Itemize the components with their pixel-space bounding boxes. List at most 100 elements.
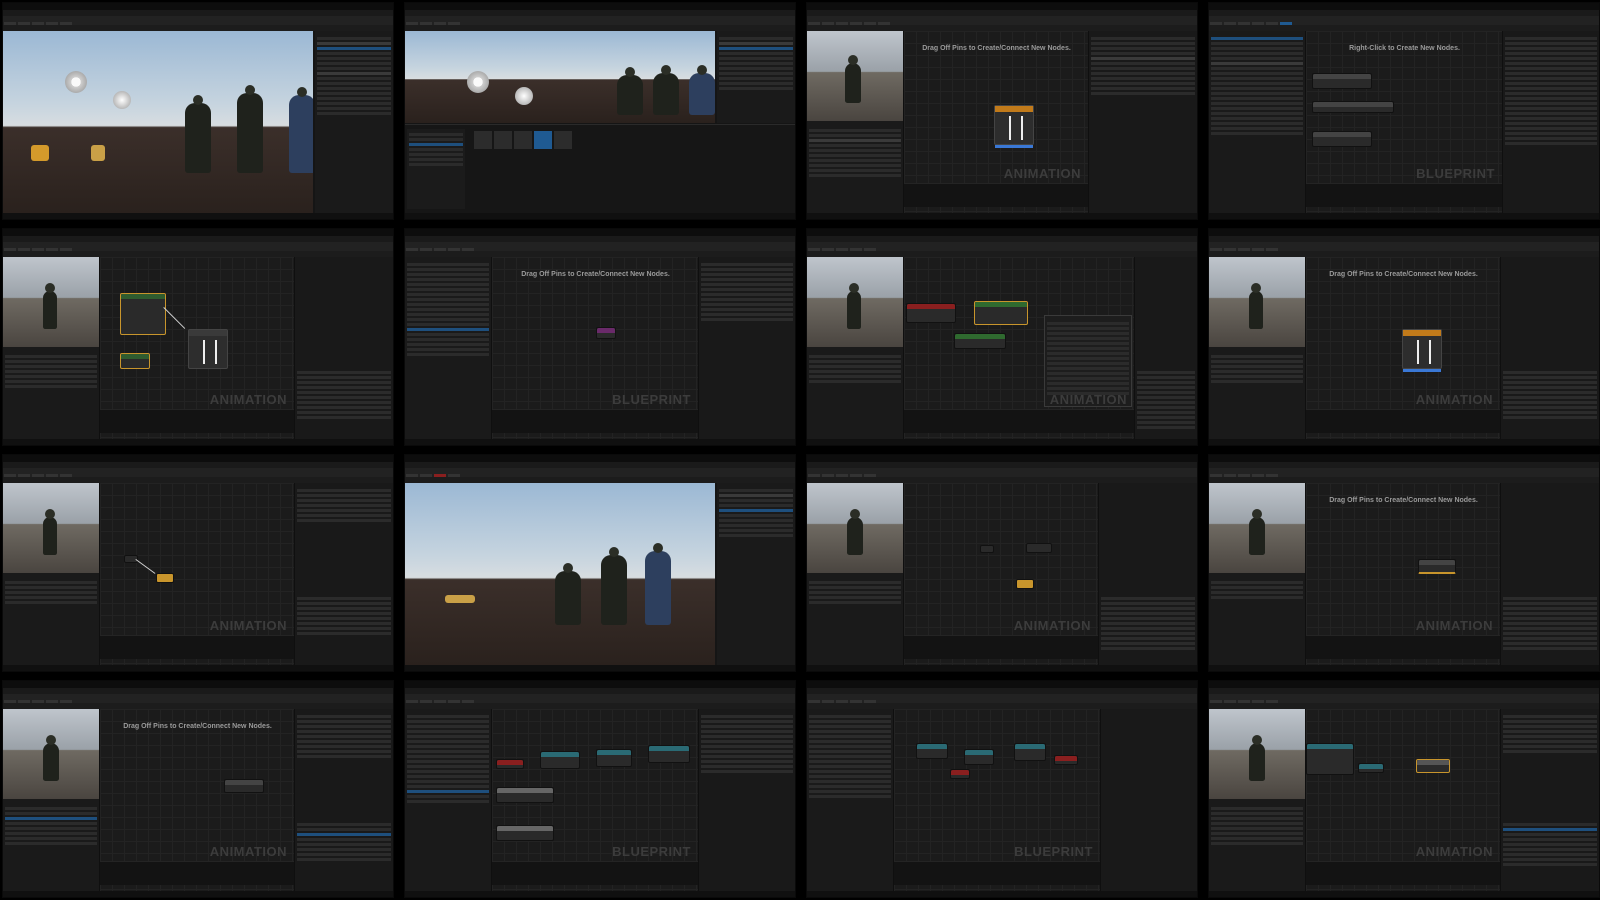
state-machine-node[interactable]	[1418, 559, 1456, 574]
getter-node[interactable]	[954, 333, 1006, 349]
anim-graph-canvas[interactable]: Drag Off Pins to Create/Connect New Node…	[100, 709, 295, 891]
state-machine-canvas[interactable]: ANIMATION	[100, 483, 295, 665]
point-light-icon[interactable]	[467, 71, 489, 93]
table-mesh[interactable]	[91, 145, 105, 161]
preview-viewport[interactable]	[1209, 483, 1305, 573]
persona-left-panel[interactable]	[807, 257, 904, 439]
function-node[interactable]	[1014, 743, 1046, 761]
level-viewport[interactable]	[405, 31, 715, 123]
details-panel[interactable]	[294, 483, 393, 665]
details-panel[interactable]	[1500, 257, 1599, 439]
event-graph-canvas[interactable]: BLUEPRINT	[894, 709, 1101, 891]
preview-viewport[interactable]	[3, 709, 99, 799]
character-mesh[interactable]	[617, 67, 643, 115]
output-pose-node[interactable]	[994, 105, 1034, 148]
persona-left-panel[interactable]	[3, 257, 100, 439]
folder-tree[interactable]	[407, 129, 465, 209]
my-blueprint-panel[interactable]	[405, 257, 492, 439]
function-node[interactable]	[648, 745, 690, 763]
persona-left-panel[interactable]	[1209, 257, 1306, 439]
event-node[interactable]	[1306, 743, 1354, 775]
level-viewport[interactable]	[3, 31, 313, 213]
function-node[interactable]	[596, 749, 632, 767]
state-node[interactable]	[1016, 579, 1034, 589]
preview-viewport[interactable]	[3, 257, 99, 347]
character-mesh[interactable]	[645, 543, 671, 625]
comment-node[interactable]	[496, 825, 554, 841]
details-panel[interactable]	[1100, 709, 1197, 891]
function-node[interactable]	[1054, 755, 1078, 765]
variable-node[interactable]	[950, 769, 970, 779]
details-panel[interactable]	[698, 709, 795, 891]
asset-thumbnail[interactable]	[554, 131, 572, 149]
details-panel[interactable]	[1088, 31, 1197, 213]
asset-thumbnail[interactable]	[494, 131, 512, 149]
output-pose-node[interactable]	[1402, 329, 1442, 372]
blend-node[interactable]	[120, 293, 166, 335]
event-node[interactable]	[1312, 101, 1394, 113]
details-panel[interactable]	[698, 257, 795, 439]
anim-graph-canvas[interactable]: ANIMATION	[100, 257, 295, 439]
my-blueprint-panel[interactable]	[1209, 31, 1306, 213]
event-graph-canvas[interactable]: Right-Click to Create New Nodes. BLUEPRI…	[1306, 31, 1503, 213]
character-mesh[interactable]	[601, 547, 627, 625]
preview-viewport[interactable]	[1209, 709, 1305, 799]
character-mesh[interactable]	[237, 85, 263, 173]
chair-mesh[interactable]	[31, 145, 49, 161]
details-panel[interactable]	[1134, 257, 1197, 439]
asset-thumbnail[interactable]	[474, 131, 492, 149]
details-panel[interactable]	[1098, 483, 1197, 665]
level-viewport[interactable]	[405, 483, 715, 665]
asset-thumbnail[interactable]	[534, 131, 552, 149]
character-mesh[interactable]	[689, 65, 715, 115]
details-panel[interactable]	[294, 257, 393, 439]
character-mesh[interactable]	[653, 65, 679, 115]
output-pose-node[interactable]	[188, 329, 228, 369]
sphere-reflection-icon[interactable]	[113, 91, 131, 109]
event-graph-canvas[interactable]: ANIMATION	[1306, 709, 1501, 891]
function-node[interactable]	[540, 751, 580, 769]
character-mesh[interactable]	[185, 95, 211, 173]
function-node[interactable]	[964, 749, 994, 765]
outliner-panel[interactable]	[717, 483, 795, 665]
comment-node[interactable]	[1312, 131, 1372, 147]
anim-graph-canvas[interactable]: ANIMATION	[904, 257, 1135, 439]
entry-node[interactable]	[980, 545, 994, 553]
anim-graph-canvas[interactable]: Drag Off Pins to Create/Connect New Node…	[1306, 483, 1501, 665]
outliner-panel[interactable]	[717, 31, 795, 123]
function-node[interactable]	[1416, 759, 1450, 773]
persona-left-panel[interactable]	[1209, 483, 1306, 665]
sphere-reflection-icon[interactable]	[515, 87, 533, 105]
persona-left-panel[interactable]	[1209, 709, 1306, 891]
content-browser[interactable]	[405, 124, 795, 213]
state-node[interactable]	[1026, 543, 1052, 553]
preview-viewport[interactable]	[3, 483, 99, 573]
asset-thumbnail[interactable]	[514, 131, 532, 149]
asset-grid[interactable]	[473, 127, 573, 158]
comment-node[interactable]	[496, 787, 554, 803]
event-node[interactable]	[906, 303, 956, 323]
persona-left-panel[interactable]	[3, 709, 100, 891]
anim-graph-canvas[interactable]: Drag Off Pins to Create/Connect New Node…	[904, 31, 1089, 213]
outliner-panel[interactable]	[315, 31, 393, 213]
details-panel[interactable]	[1502, 31, 1599, 213]
my-blueprint-panel[interactable]	[807, 709, 894, 891]
persona-left-panel[interactable]	[3, 483, 100, 665]
details-panel[interactable]	[1500, 709, 1599, 891]
point-light-icon[interactable]	[65, 71, 87, 93]
event-graph-canvas[interactable]: BLUEPRINT	[492, 709, 699, 891]
persona-left-panel[interactable]	[807, 31, 904, 213]
idle-state-node[interactable]	[156, 573, 174, 583]
variable-node[interactable]	[120, 353, 150, 369]
function-node[interactable]	[916, 743, 948, 759]
details-panel[interactable]	[1500, 483, 1599, 665]
state-machine-node[interactable]	[224, 779, 264, 793]
event-graph-canvas[interactable]: Drag Off Pins to Create/Connect New Node…	[492, 257, 699, 439]
persona-left-panel[interactable]	[807, 483, 904, 665]
preview-viewport[interactable]	[807, 483, 903, 573]
event-node[interactable]	[496, 759, 524, 769]
anim-graph-canvas[interactable]: Drag Off Pins to Create/Connect New Node…	[1306, 257, 1501, 439]
function-node[interactable]	[1358, 763, 1384, 773]
comment-node[interactable]	[1312, 73, 1372, 89]
details-panel[interactable]	[294, 709, 393, 891]
